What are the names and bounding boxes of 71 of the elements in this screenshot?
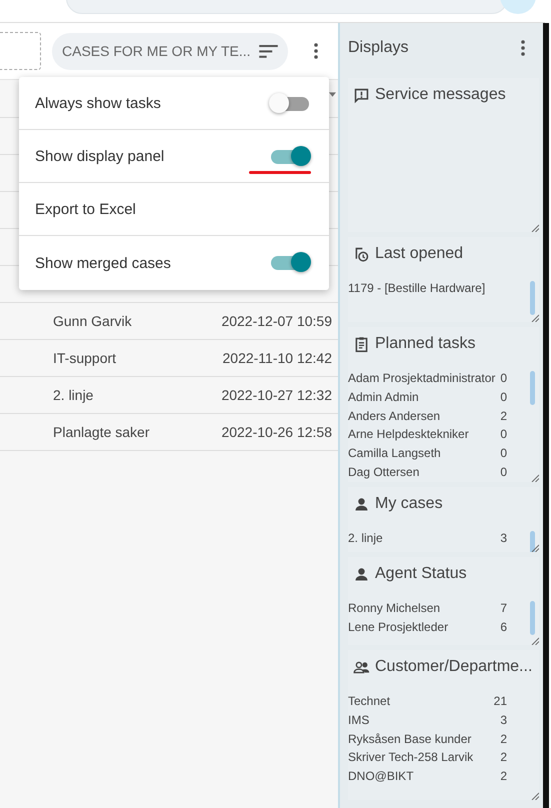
scrollbar-thumb[interactable]	[530, 601, 535, 635]
count-label: 0	[500, 427, 507, 442]
list-item[interactable]: IMS	[348, 713, 370, 728]
table-cell: 2022-10-27 12:32	[221, 387, 332, 403]
widget-title: Customer/Departme...	[375, 658, 532, 676]
caret-icon[interactable]	[329, 92, 336, 97]
scrollbar-thumb[interactable]	[530, 371, 535, 405]
resize-handle-icon[interactable]	[531, 314, 539, 322]
resize-handle-icon[interactable]	[531, 474, 539, 482]
filter-button[interactable]: CASES FOR ME OR MY TE...	[52, 32, 288, 70]
list-item[interactable]: Admin Admin	[348, 390, 419, 404]
more-icon[interactable]	[314, 43, 318, 59]
scrollbar-thumb[interactable]	[530, 281, 535, 315]
count-label: 7	[500, 601, 507, 616]
toggle-switch[interactable]	[269, 146, 311, 168]
toggle-switch[interactable]	[269, 252, 311, 274]
count-label: 2	[500, 750, 507, 764]
list-item[interactable]: Camilla Langseth	[348, 446, 441, 460]
widget-title: Planned tasks	[375, 335, 476, 353]
count-label: 6	[500, 620, 507, 634]
list-item[interactable]: Anders Andersen	[348, 408, 440, 423]
menu-item[interactable]: Always show tasks	[35, 94, 161, 112]
count-label: 2	[500, 408, 507, 423]
list-item[interactable]: Ronny Michelsen	[348, 601, 440, 616]
table-cell: 2022-10-26 12:58	[221, 424, 332, 440]
table-cell: Planlagte saker	[53, 424, 150, 440]
count-label: 21	[494, 694, 507, 708]
count-label: 0	[500, 446, 507, 460]
list-item[interactable]: Adam Prosjektadministrator	[348, 371, 496, 386]
panel-title: Displays	[348, 39, 408, 57]
menu-item[interactable]: Show display panel	[35, 148, 164, 164]
list-item[interactable]: Skriver Tech-258 Larvik	[348, 750, 474, 764]
widget-title: My cases	[375, 495, 443, 513]
table-cell: 2022-12-07 10:59	[221, 313, 332, 329]
clipboard-icon	[353, 336, 370, 352]
person-icon	[353, 496, 370, 512]
table-cell: IT-support	[53, 350, 116, 366]
list-item[interactable]: Dag Ottersen	[348, 464, 420, 479]
count-label: 2	[500, 732, 507, 746]
count-label: 2	[500, 769, 507, 784]
list-item[interactable]: Arne Helpdesktekniker	[348, 427, 469, 442]
widget-title: Service messages	[375, 86, 506, 104]
count-label: 3	[500, 531, 507, 546]
sort-icon	[258, 44, 278, 58]
list-item[interactable]: 1179 - [Bestille Hardware]	[348, 281, 486, 296]
count-label: 3	[500, 713, 507, 728]
list-item[interactable]: Lene Prosjektleder	[348, 620, 448, 634]
count-label: 0	[500, 390, 507, 404]
list-item[interactable]: Ryksåsen Base kunder	[348, 732, 472, 746]
person-icon	[353, 566, 370, 582]
table-cell: 2. linje	[53, 387, 94, 403]
widget-title: Last opened	[375, 245, 464, 263]
clock-document-icon	[353, 246, 370, 262]
toggle-switch[interactable]	[269, 93, 311, 115]
count-label: 0	[500, 464, 507, 479]
more-icon[interactable]	[521, 40, 525, 56]
list-item[interactable]: DNO@BIKT	[348, 769, 414, 784]
resize-handle-icon[interactable]	[531, 637, 539, 645]
list-item[interactable]: 2. linje	[348, 531, 383, 546]
resize-handle-icon[interactable]	[531, 792, 539, 800]
list-item[interactable]: Technet	[348, 694, 390, 708]
table-cell: 2022-11-10 12:42	[222, 350, 332, 366]
message-icon	[353, 86, 370, 104]
widget-title: Agent Status	[375, 565, 467, 583]
menu-item[interactable]: Show merged cases	[35, 254, 171, 272]
resize-handle-icon[interactable]	[531, 224, 539, 232]
table-cell: Gunn Garvik	[53, 313, 132, 329]
menu-item[interactable]: Export to Excel	[35, 200, 136, 218]
resize-handle-icon[interactable]	[531, 544, 539, 552]
count-label: 0	[500, 371, 507, 386]
dashed-field[interactable]	[0, 32, 41, 70]
